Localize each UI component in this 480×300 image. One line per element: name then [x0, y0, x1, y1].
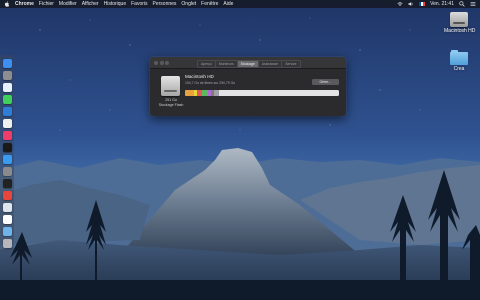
safari-icon[interactable] [3, 83, 12, 92]
desktop-icon-label: Crea [453, 66, 465, 72]
chrome-icon[interactable] [3, 191, 12, 200]
storage-usage-bar[interactable] [185, 90, 339, 96]
app-store-icon[interactable] [3, 155, 12, 164]
hard-drive-icon [450, 12, 468, 27]
terminal-icon[interactable] [3, 179, 12, 188]
finder-icon[interactable] [3, 59, 12, 68]
storage-segment[interactable] [214, 90, 219, 96]
storage-segment[interactable] [185, 90, 195, 96]
facetime-icon[interactable] [3, 107, 12, 116]
disk-name: Macintosh HD [185, 74, 214, 79]
messages-icon[interactable] [3, 95, 12, 104]
spotlight-search-icon[interactable] [459, 1, 465, 7]
zoom-window-button[interactable] [165, 60, 169, 65]
desktop-wallpaper [0, 0, 480, 300]
document-icon[interactable] [3, 215, 12, 224]
close-window-button[interactable] [154, 60, 158, 65]
system-preferences-icon[interactable] [3, 167, 12, 176]
itunes-icon[interactable] [3, 131, 12, 140]
menu-onglet[interactable]: Onglet [181, 0, 196, 8]
menu-personnes[interactable]: Personnes [153, 0, 177, 8]
trash-icon[interactable] [3, 239, 12, 248]
menu-historique[interactable]: Historique [104, 0, 127, 8]
dock [0, 55, 14, 251]
menu-fenetre[interactable]: Fenêtre [201, 0, 218, 8]
apple-menu-icon[interactable] [4, 1, 10, 7]
disk-capacity-label: 251 Go Stockage Flash [156, 98, 186, 107]
desktop-icon-crea-folder[interactable]: Crea [446, 50, 472, 72]
desktop-icon-label: Macintosh HD [444, 28, 476, 34]
tab-assistance[interactable]: Assistance [259, 60, 283, 67]
window-tab-bar: Aperçu Moniteurs Stockage Assistance Ser… [197, 59, 301, 68]
volume-icon[interactable] [408, 1, 414, 7]
about-this-mac-window: Aperçu Moniteurs Stockage Assistance Ser… [150, 57, 346, 116]
desktop-icon-macintosh-hd[interactable]: Macintosh HD [444, 12, 476, 34]
menu-favoris[interactable]: Favoris [131, 0, 147, 8]
launchpad-icon[interactable] [3, 71, 12, 80]
menu-app-name[interactable]: Chrome [15, 0, 34, 8]
hard-drive-icon [161, 76, 180, 96]
disk-type: Stockage Flash [158, 102, 184, 107]
tab-stockage[interactable]: Stockage [237, 60, 259, 67]
menu-modifier[interactable]: Modifier [59, 0, 77, 8]
window-titlebar[interactable]: Aperçu Moniteurs Stockage Assistance Ser… [150, 57, 346, 69]
photos-icon[interactable] [3, 119, 12, 128]
disk-free-space: 194,7 Go de libres sur 250,79 Go [185, 81, 236, 85]
menu-bar: Chrome Fichier Modifier Afficher Histori… [0, 0, 480, 8]
wifi-icon[interactable] [397, 1, 403, 7]
menu-aide[interactable]: Aide [223, 0, 233, 8]
manage-storage-button[interactable]: Gérer… [312, 79, 339, 85]
folder-icon[interactable] [3, 227, 12, 236]
minimize-window-button[interactable] [159, 60, 164, 65]
tab-service[interactable]: Service [282, 61, 299, 67]
menu-fichier[interactable]: Fichier [39, 0, 54, 8]
status-area: Ven. 21:41 [397, 0, 476, 8]
tab-apercu[interactable]: Aperçu [198, 60, 216, 67]
notification-center-icon[interactable] [470, 1, 476, 7]
preview-icon[interactable] [3, 203, 12, 212]
folder-icon [450, 50, 468, 65]
menu-afficher[interactable]: Afficher [82, 0, 99, 8]
input-source-flag-icon[interactable] [419, 2, 426, 6]
tab-moniteurs[interactable]: Moniteurs [216, 60, 238, 67]
apple-tv-icon[interactable] [3, 143, 12, 152]
menubar-clock[interactable]: Ven. 21:41 [430, 0, 454, 8]
